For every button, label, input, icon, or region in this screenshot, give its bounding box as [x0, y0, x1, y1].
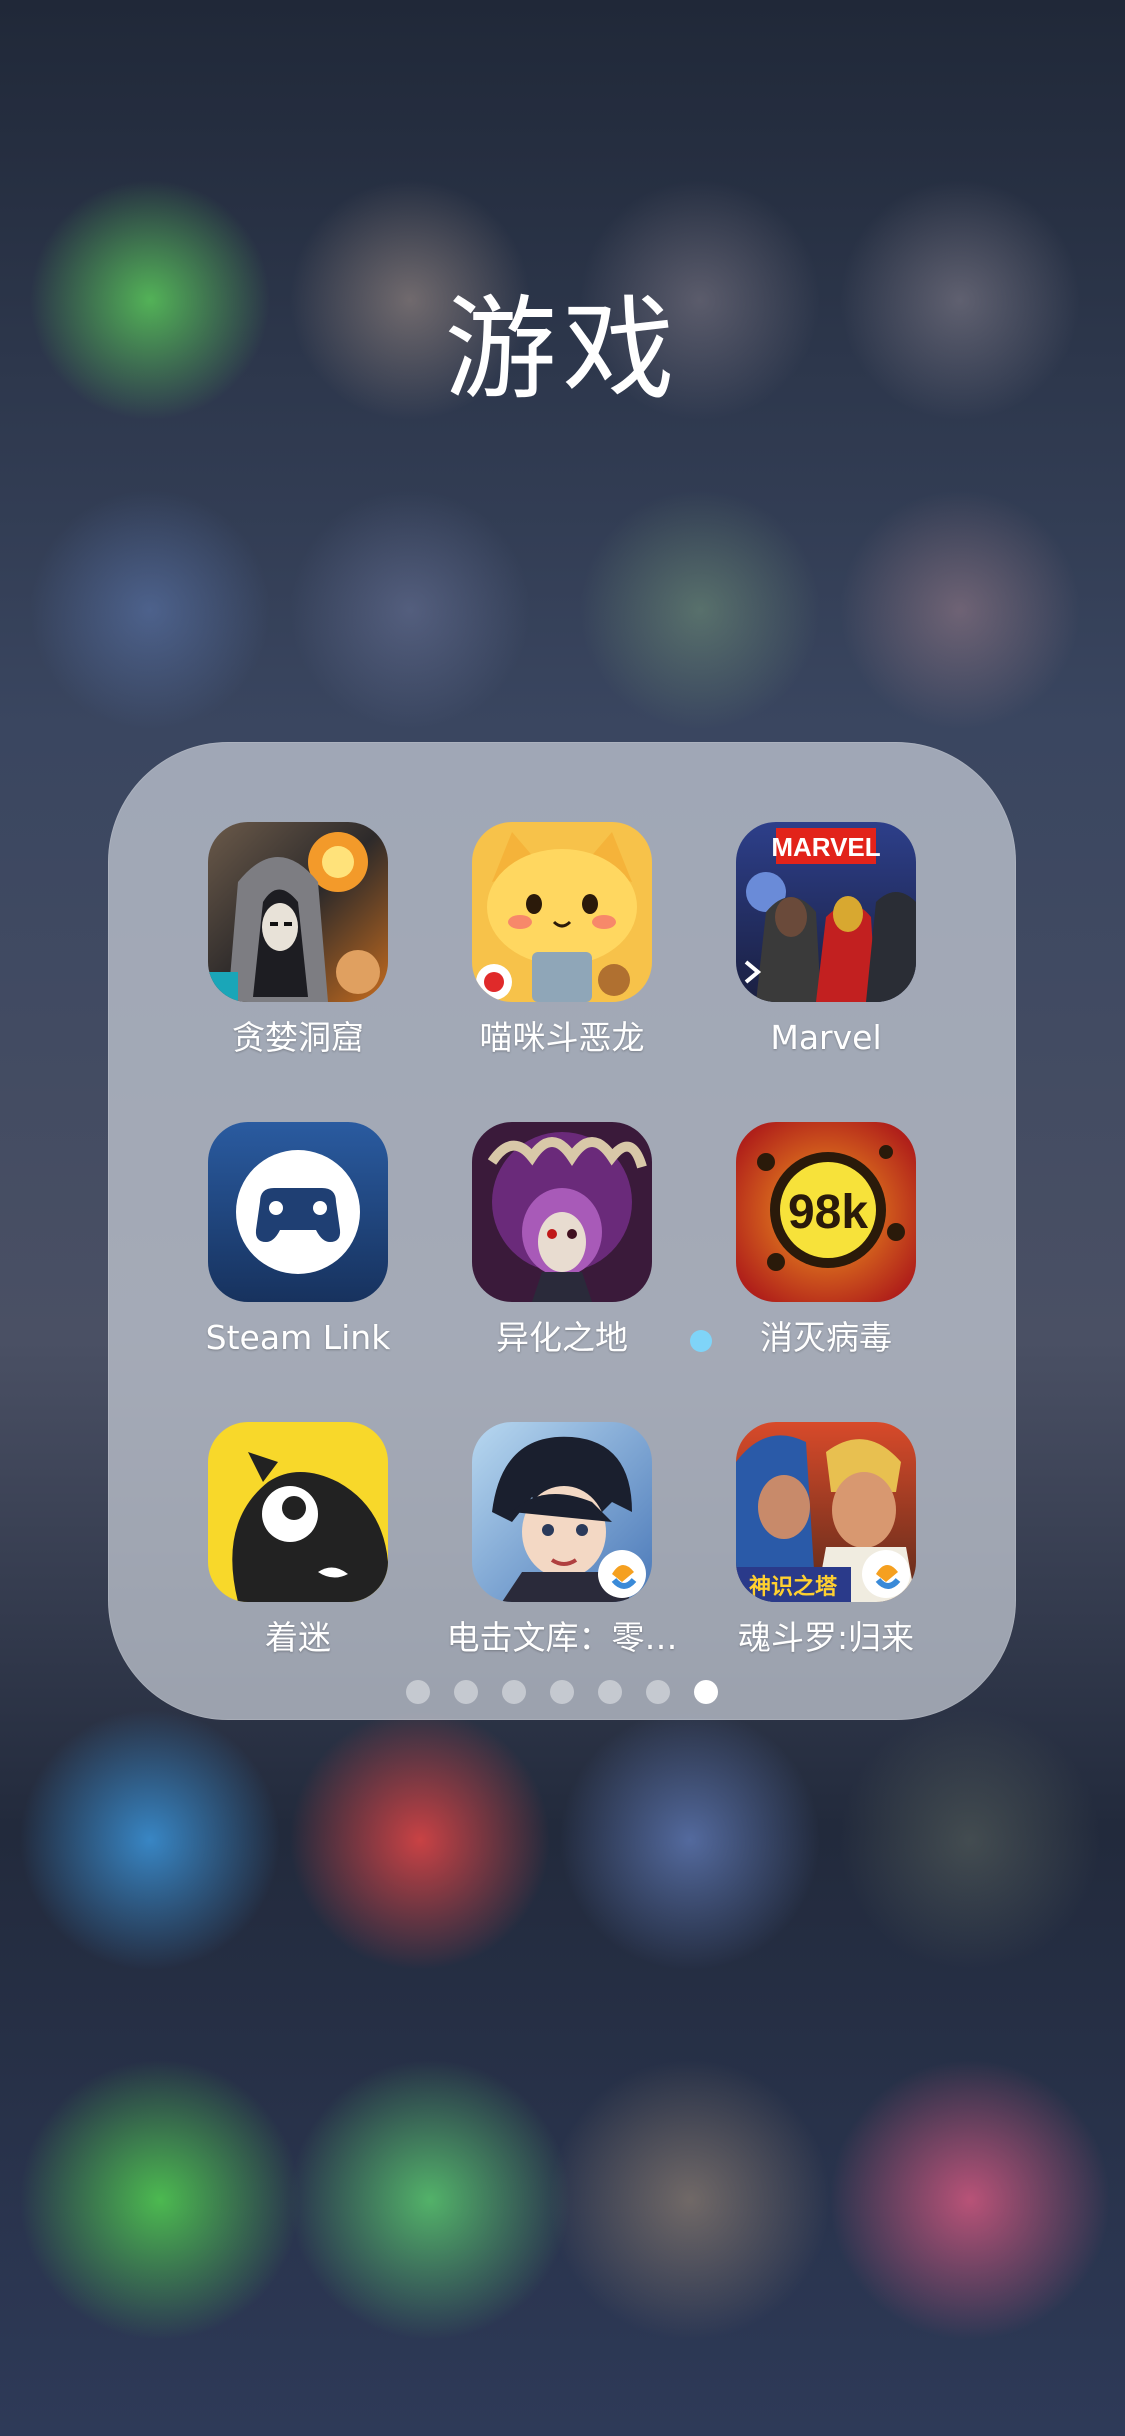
app-label: 贪婪洞窟	[232, 1018, 364, 1057]
page-dot[interactable]	[406, 1680, 430, 1704]
app-hundouluo[interactable]: 神识之塔 魂斗罗:归来	[684, 1422, 968, 1682]
yellow-cat-knight-icon[interactable]	[472, 822, 652, 1002]
page-dot[interactable]	[502, 1680, 526, 1704]
app-label: 消灭病毒	[760, 1318, 892, 1357]
page-dot[interactable]	[598, 1680, 622, 1704]
app-dianji-wenku[interactable]: 电击文库：零…	[420, 1422, 704, 1682]
page-dot[interactable]	[646, 1680, 670, 1704]
virus-98k-icon[interactable]: 98k	[736, 1122, 916, 1302]
app-label: 电击文库：零…	[446, 1618, 678, 1657]
app-label: 着迷	[265, 1618, 331, 1657]
hooded-wizard-icon[interactable]	[208, 822, 388, 1002]
anime-swordsman-icon[interactable]	[472, 1422, 652, 1602]
app-label: 异化之地	[496, 1318, 628, 1357]
app-folder: 贪婪洞窟 喵咪斗恶龙 MARVEL Marvel Steam Link 异化之地…	[108, 742, 1016, 1720]
app-tanlan-dongku[interactable]: 贪婪洞窟	[156, 822, 440, 1082]
marvel-logo-text: MARVEL	[771, 832, 880, 862]
app-label: Marvel	[770, 1018, 882, 1057]
page-indicator[interactable]	[108, 1680, 1016, 1704]
purple-monster-icon[interactable]	[472, 1122, 652, 1302]
app-marvel[interactable]: MARVEL Marvel	[684, 822, 968, 1082]
app-miaomi-douelong[interactable]: 喵咪斗恶龙	[420, 822, 704, 1082]
app-yihua-zhidi[interactable]: 异化之地	[420, 1122, 704, 1382]
page-dot-active[interactable]	[694, 1680, 718, 1704]
virus-98k-text: 98k	[788, 1186, 868, 1239]
page-dot[interactable]	[454, 1680, 478, 1704]
app-steam-link[interactable]: Steam Link	[156, 1122, 440, 1382]
app-label: 喵咪斗恶龙	[479, 1018, 645, 1057]
folder-title[interactable]: 游戏	[0, 280, 1125, 420]
marvel-heroes-icon[interactable]: MARVEL	[736, 822, 916, 1002]
game-logo-text: 神识之塔	[749, 1574, 838, 1600]
gamepad-icon[interactable]	[208, 1122, 388, 1302]
contra-soldiers-icon[interactable]: 神识之塔	[736, 1422, 916, 1602]
page-dot[interactable]	[550, 1680, 574, 1704]
app-label: Steam Link	[205, 1318, 391, 1357]
app-grid: 贪婪洞窟 喵咪斗恶龙 MARVEL Marvel Steam Link 异化之地…	[108, 742, 1016, 1720]
app-xiaomie-bingdu[interactable]: 98k 消灭病毒	[684, 1122, 968, 1382]
app-label: 魂斗罗:归来	[737, 1618, 915, 1657]
black-bird-icon[interactable]	[208, 1422, 388, 1602]
app-zhaomi[interactable]: 着迷	[156, 1422, 440, 1682]
